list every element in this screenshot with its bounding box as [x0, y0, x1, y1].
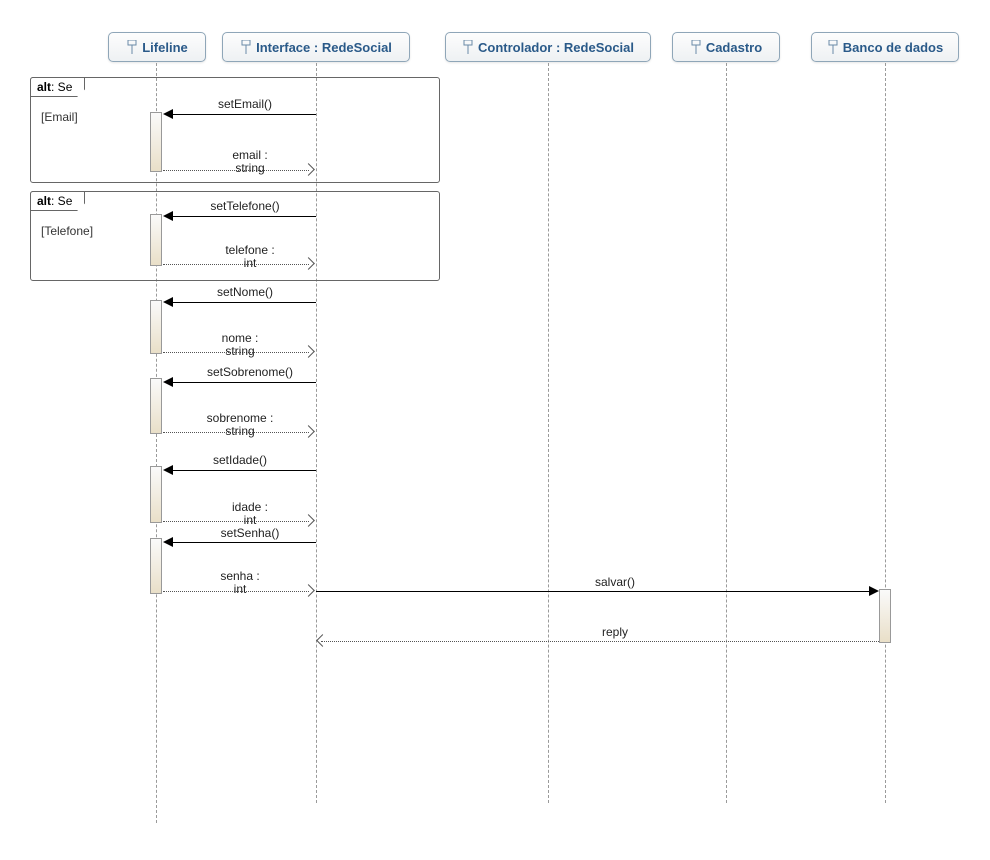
message-label: setSenha()	[190, 527, 310, 540]
activation-bar	[150, 300, 162, 354]
arrowhead-icon	[316, 634, 329, 647]
message-arrow	[172, 470, 316, 471]
message-label: setIdade()	[185, 454, 295, 467]
message-label: setTelefone()	[190, 200, 300, 213]
activation-bar	[150, 214, 162, 266]
lifeline-header-banco[interactable]: Banco de dados	[811, 32, 959, 62]
activation-bar	[150, 112, 162, 172]
alt-operator-tab: alt: Se	[30, 77, 85, 97]
arrowhead-icon	[302, 584, 315, 597]
lifeline-label: Cadastro	[706, 40, 762, 55]
lifeline-label: Controlador : RedeSocial	[478, 40, 634, 55]
arrowhead-icon	[163, 211, 173, 221]
arrowhead-icon	[163, 537, 173, 547]
lifeline-label: Banco de dados	[843, 40, 943, 55]
lifeline-icon	[240, 40, 252, 54]
reply-arrow	[321, 641, 879, 642]
reply-label: nome : string	[180, 332, 300, 358]
lifeline-header-lifeline[interactable]: Lifeline	[108, 32, 206, 62]
alt-guard: [Email]	[41, 110, 78, 124]
reply-label: telefone : int	[190, 244, 310, 270]
lifeline-icon	[126, 40, 138, 54]
lifeline-header-cadastro[interactable]: Cadastro	[672, 32, 780, 62]
arrowhead-icon	[869, 586, 879, 596]
activation-bar	[150, 538, 162, 594]
lifeline-label: Interface : RedeSocial	[256, 40, 392, 55]
reply-label: idade : int	[190, 501, 310, 527]
sequence-diagram: { "lifelines": [ {"id":"l1","label":"Lif…	[0, 0, 990, 860]
message-arrow	[172, 216, 316, 217]
arrowhead-icon	[163, 465, 173, 475]
lifeline-line	[885, 63, 886, 803]
message-label: setEmail()	[190, 98, 300, 111]
arrowhead-icon	[163, 297, 173, 307]
reply-label: reply	[560, 626, 670, 639]
activation-bar	[879, 589, 891, 643]
alt-operator-tab: alt: Se	[30, 191, 85, 211]
message-arrow	[172, 302, 316, 303]
lifeline-header-controlador[interactable]: Controlador : RedeSocial	[445, 32, 651, 62]
lifeline-icon	[827, 40, 839, 54]
message-arrow	[172, 114, 316, 115]
reply-label: email : string	[190, 149, 310, 175]
reply-label: sobrenome : string	[175, 412, 305, 438]
message-arrow	[172, 542, 316, 543]
message-arrow	[172, 382, 316, 383]
lifeline-icon	[462, 40, 474, 54]
message-arrow	[316, 591, 873, 592]
arrowhead-icon	[302, 345, 315, 358]
message-label: salvar()	[560, 576, 670, 589]
lifeline-header-interface[interactable]: Interface : RedeSocial	[222, 32, 410, 62]
alt-guard: [Telefone]	[41, 224, 93, 238]
message-label: setNome()	[190, 286, 300, 299]
lifeline-line	[726, 63, 727, 803]
arrowhead-icon	[163, 377, 173, 387]
lifeline-line	[548, 63, 549, 803]
lifeline-label: Lifeline	[142, 40, 188, 55]
activation-bar	[150, 466, 162, 523]
lifeline-icon	[690, 40, 702, 54]
message-label: setSobrenome()	[180, 366, 320, 379]
arrowhead-icon	[163, 109, 173, 119]
reply-label: senha : int	[180, 570, 300, 596]
activation-bar	[150, 378, 162, 434]
